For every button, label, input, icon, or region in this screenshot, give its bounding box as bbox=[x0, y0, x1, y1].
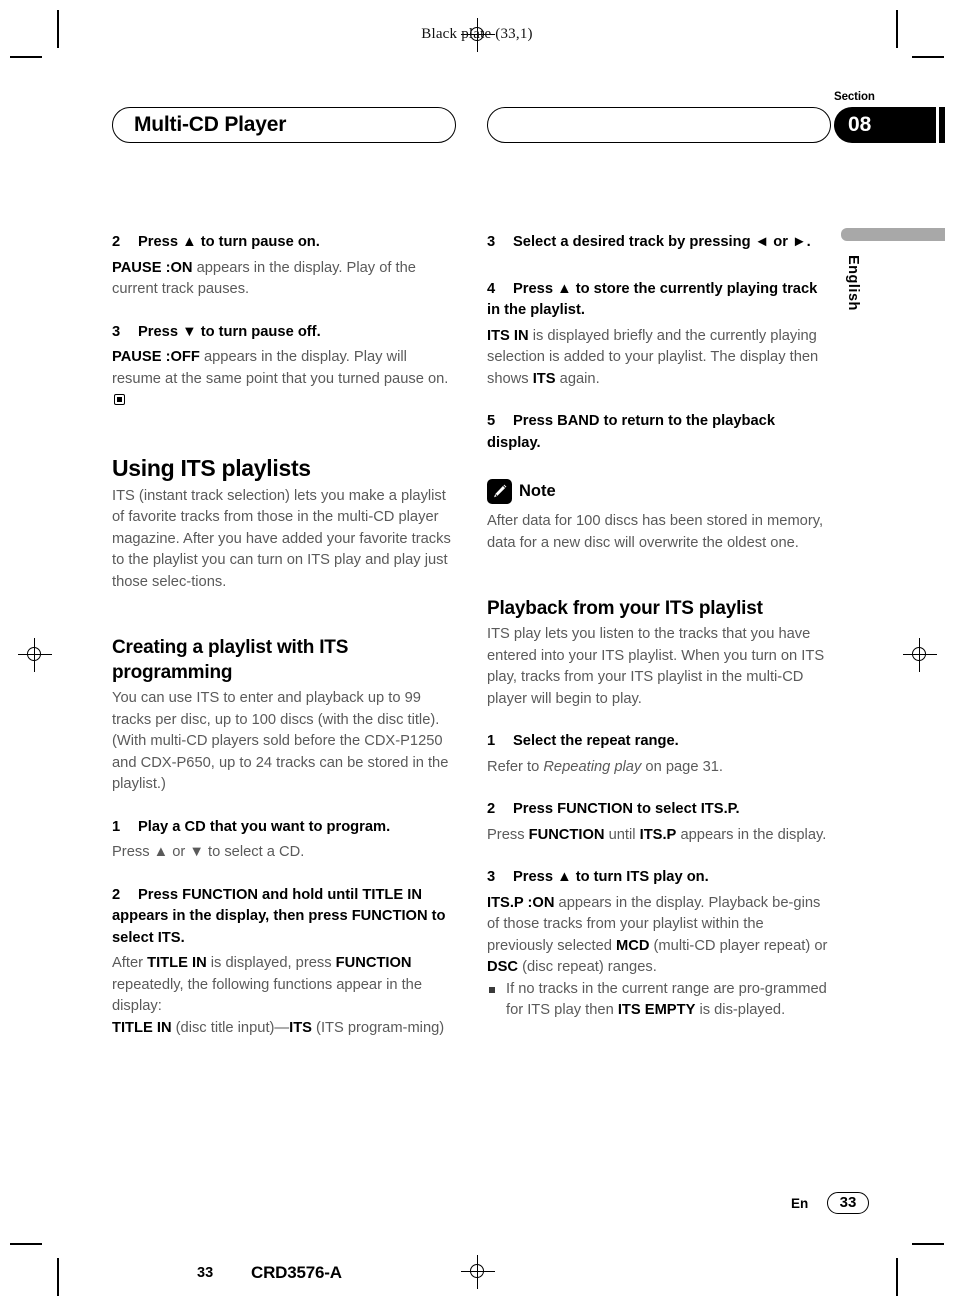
subsection-heading: Playback from your ITS playlist bbox=[487, 598, 763, 619]
crop-mark-bottom-right-h bbox=[912, 1243, 944, 1245]
body-paragraph: ITS (instant track selection) lets you m… bbox=[112, 487, 451, 590]
crop-mark-bottom-left-h bbox=[10, 1243, 42, 1245]
step-text: Select the repeat range. bbox=[513, 733, 679, 749]
step-text: Select a desired track by pressing ◄ or … bbox=[513, 234, 811, 250]
footer-page-number: 33 bbox=[827, 1192, 869, 1214]
bullet-item: If no tracks in the current range are pr… bbox=[487, 979, 831, 1022]
body-paragraph: After TITLE IN is displayed, press FUNCT… bbox=[112, 955, 422, 1014]
body-paragraph: TITLE IN (disc title input)—ITS (ITS pro… bbox=[112, 1019, 445, 1036]
procedure-step: 4 Press ▲ to store the currently playing … bbox=[487, 279, 831, 322]
bullet-text: If no tracks in the current range are pr… bbox=[506, 980, 827, 1019]
procedure-step: 3 Select a desired track by pressing ◄ or… bbox=[487, 232, 831, 254]
procedure-step: 3 Press ▲ to turn ITS play on. bbox=[487, 867, 831, 889]
language-label: English bbox=[845, 255, 861, 311]
body-paragraph: PAUSE :ON appears in the display. Play o… bbox=[112, 259, 416, 298]
step-text: Press ▲ to turn ITS play on. bbox=[513, 869, 709, 885]
crop-mark-top-left-h bbox=[10, 56, 42, 58]
step-number: 2 bbox=[112, 234, 121, 250]
procedure-step: 3 Press ▼ to turn pause off. bbox=[112, 322, 456, 344]
step-number: 1 bbox=[487, 733, 496, 749]
step-number: 3 bbox=[487, 869, 496, 885]
procedure-step: 2 Press FUNCTION to select ITS.P. bbox=[487, 799, 831, 821]
crop-mark-bottom-left-v bbox=[57, 1258, 59, 1296]
procedure-step: 2 Press FUNCTION and hold until TITLE IN … bbox=[112, 885, 456, 950]
registration-mark-right bbox=[903, 638, 937, 672]
body-paragraph: ITS.P :ON appears in the display. Playba… bbox=[487, 894, 828, 976]
black-plate-note: Black plate (33,1) bbox=[421, 26, 533, 42]
step-number: 5 bbox=[487, 413, 496, 429]
manual-page: Black plate (33,1) Multi-CD Player Secti… bbox=[0, 0, 954, 1307]
body-paragraph: ITS IN is displayed briefly and the curr… bbox=[487, 327, 819, 387]
step-text: Press ▲ to turn pause on. bbox=[138, 234, 320, 250]
procedure-step: 2 Press ▲ to turn pause on. bbox=[112, 232, 456, 254]
note-block: Note After data for 100 discs has been st… bbox=[487, 479, 831, 554]
registration-mark-left bbox=[18, 638, 52, 672]
note-header: Note bbox=[487, 479, 831, 504]
step-text: Press BAND to return to the playback dis… bbox=[487, 413, 775, 451]
procedure-step: 1 Play a CD that you want to program. bbox=[112, 817, 456, 839]
footer-document-code: CRD3576-A bbox=[251, 1263, 342, 1282]
step-text: Press FUNCTION and hold until TITLE IN a… bbox=[112, 886, 446, 946]
body-paragraph: PAUSE :OFF appears in the display. Play … bbox=[112, 347, 456, 412]
step-number: 2 bbox=[487, 801, 496, 817]
section-number-tab: 08 bbox=[834, 107, 936, 143]
left-text-column: 2 Press ▲ to turn pause on. PAUSE :ON appe… bbox=[112, 232, 456, 1039]
body-paragraph: Press ▲ or ▼ to select a CD. bbox=[112, 844, 305, 860]
crop-mark-bottom-right-v bbox=[896, 1258, 898, 1296]
step-text: Press ▲ to store the currently playing t… bbox=[487, 280, 818, 319]
step-text: Press FUNCTION to select ITS.P. bbox=[513, 801, 740, 817]
step-number: 2 bbox=[112, 886, 121, 903]
body-paragraph: Refer to Repeating play on page 31. bbox=[487, 758, 723, 775]
step-number: 4 bbox=[487, 280, 496, 297]
right-text-column: 3 Select a desired track by pressing ◄ or… bbox=[487, 232, 831, 1022]
section-label: Section bbox=[834, 91, 875, 103]
step-number: 3 bbox=[112, 323, 121, 340]
step-number: 1 bbox=[112, 818, 121, 835]
subsection-heading: Creating a playlist with ITS programming bbox=[112, 637, 349, 683]
section-number: 08 bbox=[848, 113, 872, 136]
section-tab-edge bbox=[939, 107, 945, 143]
footer-sheet-number: 33 bbox=[197, 1265, 214, 1281]
section-heading: Using ITS playlists bbox=[112, 454, 311, 481]
page-title: Multi-CD Player bbox=[134, 113, 287, 136]
body-paragraph: Press FUNCTION until ITS.P appears in th… bbox=[487, 826, 827, 843]
procedure-step: 5 Press BAND to return to the playback di… bbox=[487, 411, 831, 454]
chapter-title-bar: Multi-CD Player bbox=[112, 107, 456, 143]
step-text: Press ▼ to turn pause off. bbox=[138, 323, 321, 340]
note-body: After data for 100 discs has been stored… bbox=[487, 513, 824, 551]
pencil-note-icon bbox=[487, 479, 512, 504]
body-paragraph: ITS play lets you listen to the tracks t… bbox=[487, 626, 825, 707]
note-label: Note bbox=[519, 481, 556, 500]
square-bullet-icon bbox=[489, 986, 495, 993]
procedure-step: 1 Select the repeat range. bbox=[487, 731, 831, 753]
crop-mark-top-right-h bbox=[912, 56, 944, 58]
registration-mark-bottom bbox=[461, 1255, 495, 1289]
language-marker-bar bbox=[841, 228, 945, 241]
body-paragraph: You can use ITS to enter and playback up… bbox=[112, 690, 449, 792]
step-number: 3 bbox=[487, 234, 496, 250]
footer-language-code: En bbox=[791, 1196, 809, 1211]
step-text: Play a CD that you want to program. bbox=[138, 818, 391, 835]
chapter-title-bar-secondary bbox=[487, 107, 831, 143]
